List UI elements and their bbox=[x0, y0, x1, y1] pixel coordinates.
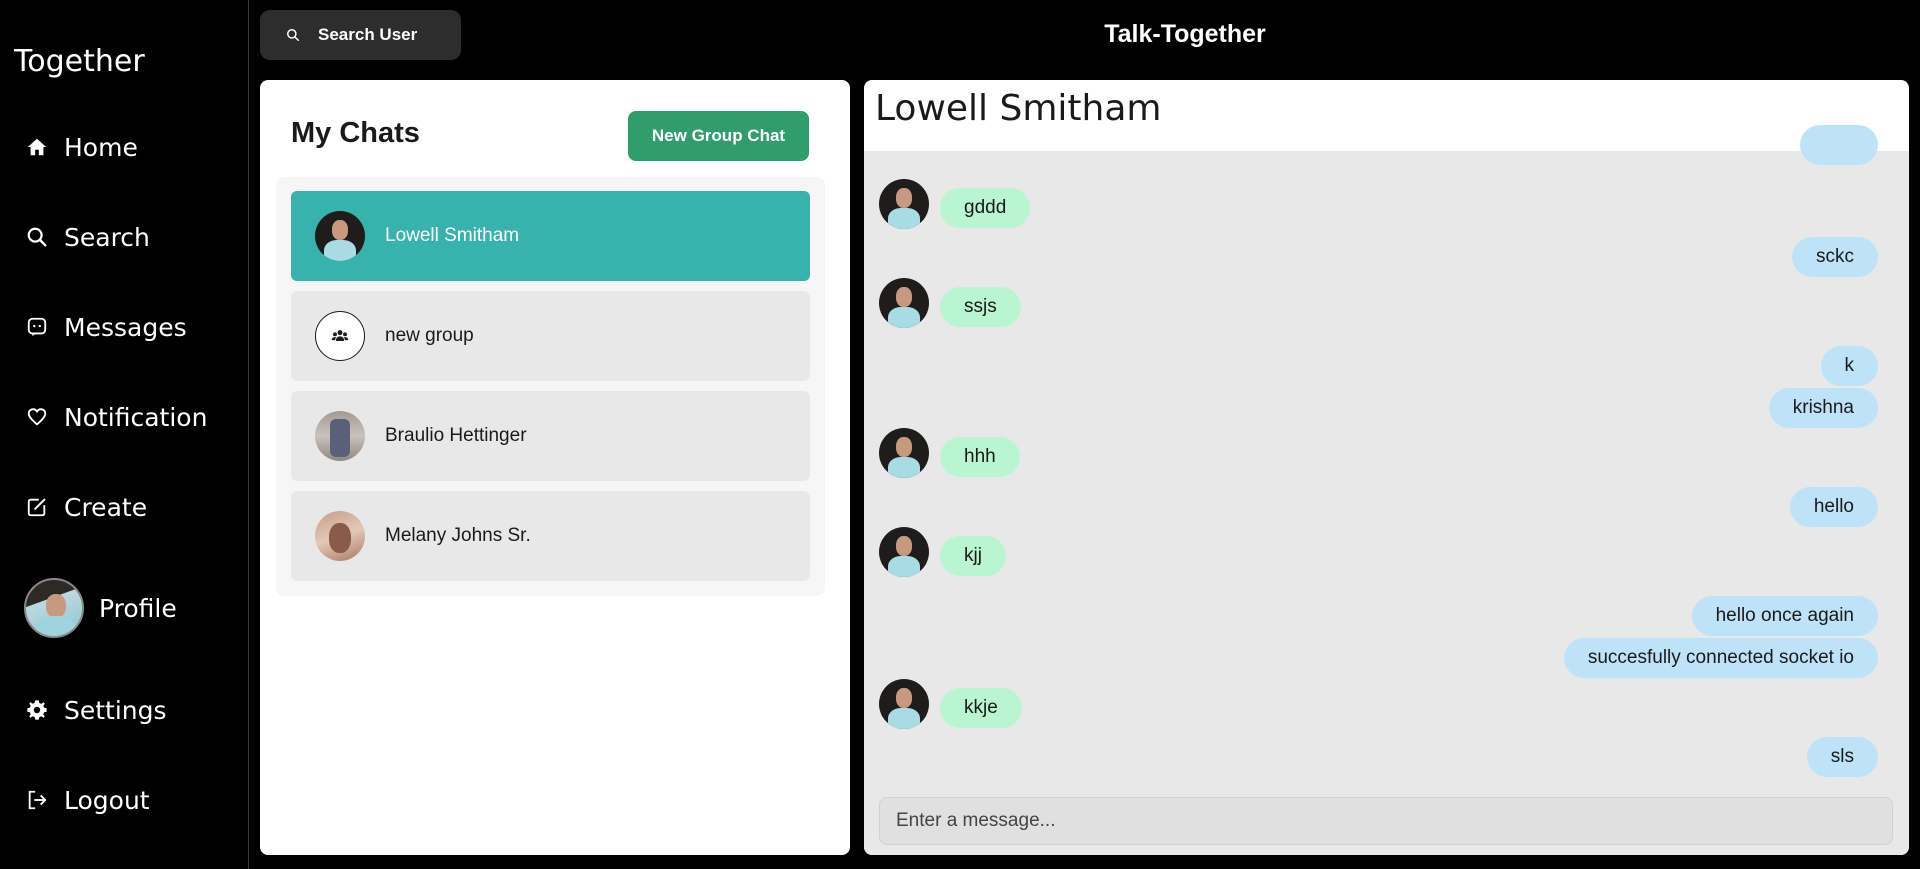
logout-icon bbox=[24, 787, 50, 813]
message-icon bbox=[24, 314, 50, 340]
message-bubble-incoming: hhh bbox=[940, 437, 1020, 477]
home-icon bbox=[24, 134, 50, 160]
conversation-header: Lowell Smitham bbox=[875, 88, 1162, 129]
nav-settings[interactable]: Settings bbox=[24, 688, 167, 732]
avatar bbox=[24, 578, 84, 638]
app-title: Talk-Together bbox=[1104, 20, 1266, 48]
message-bubble-incoming: kjj bbox=[940, 536, 1006, 576]
avatar bbox=[315, 411, 365, 461]
nav-search[interactable]: Search bbox=[24, 215, 150, 259]
my-chats-title: My Chats bbox=[291, 117, 420, 149]
avatar bbox=[879, 428, 929, 478]
message-input[interactable] bbox=[879, 797, 1893, 845]
search-icon bbox=[287, 29, 299, 41]
chat-item-melany-johns[interactable]: Melany Johns Sr. bbox=[291, 491, 810, 581]
message-bubble-outgoing: k bbox=[1820, 346, 1878, 386]
search-user-button[interactable]: Search User bbox=[260, 10, 461, 60]
message-bubble-incoming: gddd bbox=[940, 188, 1031, 228]
nav-logout-label: Logout bbox=[64, 785, 150, 815]
nav-notification-label: Notification bbox=[64, 402, 208, 432]
message-bubble-outgoing: krishna bbox=[1768, 388, 1878, 428]
nav-profile-label: Profile bbox=[99, 593, 177, 623]
message-bubble-cut-off bbox=[1800, 125, 1878, 165]
nav-home[interactable]: Home bbox=[24, 125, 138, 169]
nav-messages-label: Messages bbox=[64, 312, 187, 342]
nav-notification[interactable]: Notification bbox=[24, 395, 207, 439]
my-chats-panel: My Chats New Group Chat Lowell Smitham n… bbox=[260, 80, 850, 855]
chat-item-name: Lowell Smitham bbox=[385, 225, 520, 246]
nav-create-label: Create bbox=[64, 492, 148, 522]
avatar bbox=[879, 179, 929, 229]
sidebar: Together Home Search Messages Notificati… bbox=[0, 0, 249, 869]
message-bubble-incoming: ssjs bbox=[940, 287, 1021, 327]
chat-item-name: Braulio Hettinger bbox=[385, 425, 527, 446]
message-bubble-outgoing: sckc bbox=[1792, 237, 1878, 277]
search-user-label: Search User bbox=[318, 25, 418, 44]
chat-item-lowell-smitham[interactable]: Lowell Smitham bbox=[291, 191, 810, 281]
group-icon bbox=[315, 311, 365, 361]
chat-item-new-group[interactable]: new group bbox=[291, 291, 810, 381]
nav-messages[interactable]: Messages bbox=[24, 305, 187, 349]
avatar bbox=[879, 679, 929, 729]
gear-icon bbox=[24, 697, 50, 723]
message-bubble-outgoing: hello once again bbox=[1691, 596, 1878, 636]
app-root: Together Home Search Messages Notificati… bbox=[0, 0, 1920, 869]
create-icon bbox=[24, 494, 50, 520]
avatar bbox=[315, 511, 365, 561]
nav-logout[interactable]: Logout bbox=[24, 778, 150, 822]
avatar bbox=[879, 527, 929, 577]
chat-item-name: new group bbox=[385, 325, 474, 346]
chat-item-braulio-hettinger[interactable]: Braulio Hettinger bbox=[291, 391, 810, 481]
nav-home-label: Home bbox=[64, 132, 138, 162]
chat-item-name: Melany Johns Sr. bbox=[385, 525, 531, 546]
chat-list: Lowell Smitham new group Braulio Hetting… bbox=[276, 177, 825, 596]
message-bubble-outgoing: succesfully connected socket io bbox=[1563, 638, 1878, 678]
conversation-panel: Lowell Smitham gddd sckc ssjs k krishna … bbox=[864, 80, 1909, 855]
avatar bbox=[315, 211, 365, 261]
brand-logo[interactable]: Together bbox=[14, 44, 145, 79]
search-icon bbox=[24, 224, 50, 250]
heart-icon bbox=[24, 404, 50, 430]
message-bubble-incoming: kkje bbox=[940, 688, 1022, 728]
nav-search-label: Search bbox=[64, 222, 150, 252]
nav-settings-label: Settings bbox=[64, 695, 167, 725]
message-bubble-outgoing: sls bbox=[1806, 737, 1878, 777]
new-group-chat-button[interactable]: New Group Chat bbox=[628, 111, 809, 161]
nav-create[interactable]: Create bbox=[24, 485, 147, 529]
nav-profile[interactable]: Profile bbox=[24, 576, 177, 640]
message-list[interactable]: gddd sckc ssjs k krishna hhh hello kjj h… bbox=[864, 125, 1909, 855]
avatar bbox=[879, 278, 929, 328]
message-bubble-outgoing: hello bbox=[1789, 487, 1878, 527]
